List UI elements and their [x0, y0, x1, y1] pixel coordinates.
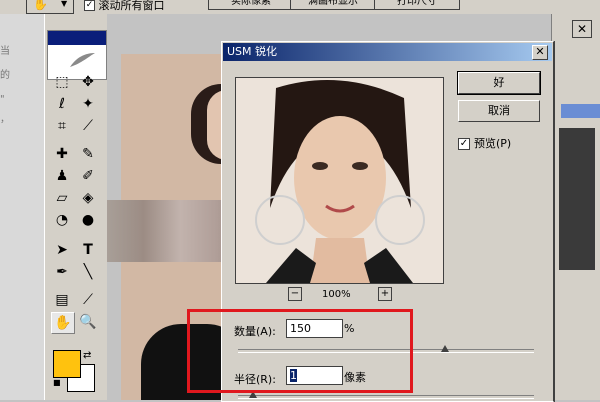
brush-icon[interactable]: ✎	[77, 144, 99, 164]
scroll-all-windows-checkbox[interactable]: ✓ 滚动所有窗口	[84, 0, 165, 13]
options-bar: ✋ ▼ ✓ 滚动所有窗口 实际像素 满画布显示 打印尺寸	[0, 0, 600, 15]
dialog-title: USM 锐化	[227, 45, 278, 58]
checkbox-box[interactable]: ✓	[458, 138, 470, 150]
lasso-icon[interactable]: ℓ	[51, 94, 73, 114]
zoom-level: 100%	[322, 289, 351, 300]
dialog-close-button[interactable]: ✕	[532, 45, 548, 60]
move-icon[interactable]: ✥	[77, 72, 99, 92]
preview-image[interactable]	[235, 77, 444, 284]
clone-stamp-icon[interactable]: ♟	[51, 166, 73, 186]
checkbox-box[interactable]: ✓	[84, 0, 95, 11]
hand-icon: ✋	[33, 0, 48, 11]
pen-icon[interactable]: ✒	[51, 262, 73, 282]
swap-colors-icon[interactable]: ⇄	[83, 350, 91, 361]
default-colors-icon[interactable]: ■	[53, 378, 62, 387]
amount-slider-thumb[interactable]	[441, 345, 450, 352]
radius-slider[interactable]	[238, 391, 534, 399]
bg-text-fragment: ，	[0, 114, 10, 125]
background-window: 当 的 " ，	[0, 14, 44, 400]
hand-tool-icon[interactable]: ✋	[51, 312, 75, 334]
foreground-color-swatch[interactable]	[53, 350, 81, 378]
type-icon[interactable]: T	[77, 240, 99, 260]
crop-icon[interactable]: ⌗	[51, 116, 73, 136]
healing-brush-icon[interactable]: ✚	[51, 144, 73, 164]
slice-icon[interactable]: ⟋	[77, 116, 99, 136]
bg-text-fragment: 的	[0, 70, 10, 81]
panel-title-strip	[561, 104, 600, 118]
chevron-down-icon: ▼	[61, 0, 68, 8]
tool-preset-picker[interactable]: ✋ ▼	[26, 0, 74, 14]
bg-text-fragment: 当	[0, 46, 10, 57]
bg-text-fragment: "	[0, 94, 5, 105]
line-icon[interactable]: ╲	[77, 262, 99, 282]
eraser-icon[interactable]: ▱	[51, 188, 73, 208]
marquee-icon[interactable]: ⬚	[51, 72, 73, 92]
zoom-out-button[interactable]: −	[288, 287, 302, 301]
paint-bucket-icon[interactable]: ◈	[77, 188, 99, 208]
scroll-all-label: 滚动所有窗口	[98, 0, 165, 12]
actual-pixels-button[interactable]: 实际像素	[208, 0, 294, 10]
path-select-icon[interactable]: ➤	[51, 240, 73, 260]
preview-label: 预览(P)	[474, 137, 512, 150]
fit-screen-button[interactable]: 满画布显示	[290, 0, 376, 10]
print-size-button[interactable]: 打印尺寸	[374, 0, 460, 10]
magic-wand-icon[interactable]: ✦	[77, 94, 99, 114]
portrait-image	[236, 78, 443, 283]
history-brush-icon[interactable]: ✐	[77, 166, 99, 186]
ok-button[interactable]: 好	[457, 71, 541, 95]
zoom-icon[interactable]: 🔍	[77, 312, 99, 332]
annotation-highlight-box	[187, 309, 413, 393]
dodge-icon[interactable]: ●	[77, 210, 99, 230]
notes-icon[interactable]: ▤	[51, 290, 73, 310]
toolbox: ⬚ ✥ ℓ ✦ ⌗ ⟋ ✚ ✎ ♟ ✐ ▱ ◈ ◔ ● ➤ T ✒ ╲ ▤ ⟋ …	[44, 14, 108, 400]
close-icon[interactable]: ✕	[572, 20, 592, 38]
preview-checkbox[interactable]: ✓ 预览(P)	[458, 135, 511, 151]
cancel-button[interactable]: 取消	[458, 100, 540, 122]
navigator-thumbnail	[559, 128, 595, 270]
feather-logo-icon	[70, 53, 95, 67]
zoom-in-button[interactable]: +	[378, 287, 392, 301]
dialog-titlebar[interactable]: USM 锐化 ✕	[223, 43, 552, 61]
blur-icon[interactable]: ◔	[51, 210, 73, 230]
eyedropper-icon[interactable]: ⟋	[77, 290, 99, 310]
